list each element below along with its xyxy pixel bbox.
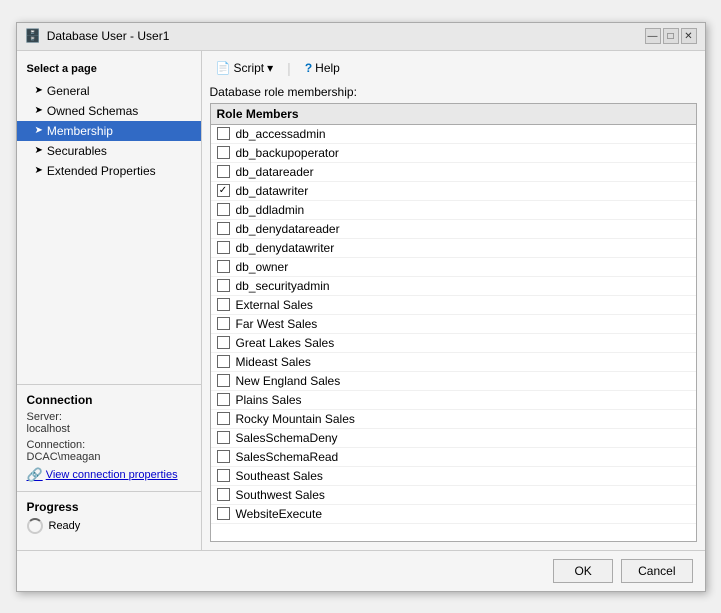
arrow-icon: ➤ (35, 125, 43, 136)
checkbox-db-ddladmin[interactable] (217, 203, 230, 216)
checkbox-db-datareader[interactable] (217, 165, 230, 178)
checkbox-db-datawriter[interactable] (217, 184, 230, 197)
checkbox-db-backupoperator[interactable] (217, 146, 230, 159)
sidebar-item-general[interactable]: ➤ General (17, 81, 201, 101)
role-item-new-england-sales: New England Sales (211, 372, 696, 391)
window-title: Database User - User1 (47, 29, 170, 43)
role-item-plains-sales: Plains Sales (211, 391, 696, 410)
title-bar: 🗄️ Database User - User1 — □ ✕ (17, 23, 705, 51)
sidebar-item-membership[interactable]: ➤ Membership (17, 121, 201, 141)
connection-section: Connection Server: localhost Connection:… (17, 384, 201, 491)
role-item-external-sales: External Sales (211, 296, 696, 315)
script-icon: 📄 (216, 61, 231, 75)
checkbox-db-denydatareader[interactable] (217, 222, 230, 235)
role-item-southwest-sales: Southwest Sales (211, 486, 696, 505)
ok-button[interactable]: OK (553, 559, 613, 583)
title-bar-left: 🗄️ Database User - User1 (25, 28, 170, 44)
spinner-icon (27, 518, 43, 534)
checkbox-external-sales[interactable] (217, 298, 230, 311)
progress-status: Ready (27, 518, 191, 534)
role-item-rocky-mountain-sales: Rocky Mountain Sales (211, 410, 696, 429)
role-item-db-backupoperator: db_backupoperator (211, 144, 696, 163)
main-window: 🗄️ Database User - User1 — □ ✕ Select a … (16, 22, 706, 592)
bottom-bar: OK Cancel (17, 550, 705, 591)
checkbox-db-owner[interactable] (217, 260, 230, 273)
role-item-db-denydatareader: db_denydatareader (211, 220, 696, 239)
minimize-button[interactable]: — (645, 28, 661, 44)
connection-title: Connection (27, 393, 191, 407)
checkbox-db-securityadmin[interactable] (217, 279, 230, 292)
connection-value: DCAC\meagan (27, 451, 101, 463)
role-item-db-ddladmin: db_ddladmin (211, 201, 696, 220)
window-body: Select a page ➤ General ➤ Owned Schemas … (17, 51, 705, 550)
arrow-icon: ➤ (35, 165, 43, 176)
cancel-button[interactable]: Cancel (621, 559, 692, 583)
checkbox-southeast-sales[interactable] (217, 469, 230, 482)
arrow-icon: ➤ (35, 85, 43, 96)
checkbox-salesschema-deny[interactable] (217, 431, 230, 444)
script-button[interactable]: 📄 Script ▾ (210, 59, 280, 77)
role-item-db-accessadmin: db_accessadmin (211, 125, 696, 144)
close-button[interactable]: ✕ (681, 28, 697, 44)
view-connection-link[interactable]: 🔗 View connection properties (27, 467, 191, 483)
server-label: Server: localhost (27, 411, 191, 435)
arrow-icon: ➤ (35, 145, 43, 156)
role-item-db-datawriter: db_datawriter (211, 182, 696, 201)
checkbox-new-england-sales[interactable] (217, 374, 230, 387)
checkbox-db-denydatawriter[interactable] (217, 241, 230, 254)
role-item-db-denydatawriter: db_denydatawriter (211, 239, 696, 258)
role-list-header: Role Members (211, 104, 696, 125)
help-button[interactable]: ? Help (299, 59, 346, 77)
connection-label: Connection: DCAC\meagan (27, 439, 191, 463)
window-icon: 🗄️ (25, 28, 41, 44)
role-list[interactable]: Role Members db_accessadmin db_backupope… (210, 103, 697, 542)
arrow-icon: ➤ (35, 105, 43, 116)
role-item-great-lakes-sales: Great Lakes Sales (211, 334, 696, 353)
progress-section: Progress Ready (17, 491, 201, 542)
checkbox-mideast-sales[interactable] (217, 355, 230, 368)
script-dropdown-icon: ▾ (267, 61, 273, 75)
role-item-website-execute: WebsiteExecute (211, 505, 696, 524)
checkbox-far-west-sales[interactable] (217, 317, 230, 330)
checkbox-plains-sales[interactable] (217, 393, 230, 406)
checkbox-great-lakes-sales[interactable] (217, 336, 230, 349)
toolbar: 📄 Script ▾ | ? Help (210, 59, 697, 77)
checkbox-salesschema-read[interactable] (217, 450, 230, 463)
role-item-db-datareader: db_datareader (211, 163, 696, 182)
role-item-salesschema-read: SalesSchemaRead (211, 448, 696, 467)
sidebar-item-owned-schemas[interactable]: ➤ Owned Schemas (17, 101, 201, 121)
content-area: Database role membership: Role Members d… (210, 85, 697, 542)
checkbox-db-accessadmin[interactable] (217, 127, 230, 140)
left-panel: Select a page ➤ General ➤ Owned Schemas … (17, 51, 202, 550)
checkbox-rocky-mountain-sales[interactable] (217, 412, 230, 425)
role-item-salesschema-deny: SalesSchemaDeny (211, 429, 696, 448)
role-membership-label: Database role membership: (210, 85, 697, 99)
progress-title: Progress (27, 500, 191, 514)
title-bar-controls: — □ ✕ (645, 28, 697, 44)
role-item-southeast-sales: Southeast Sales (211, 467, 696, 486)
toolbar-separator: | (287, 60, 291, 76)
checkbox-website-execute[interactable] (217, 507, 230, 520)
link-icon: 🔗 (27, 467, 43, 483)
role-item-far-west-sales: Far West Sales (211, 315, 696, 334)
role-item-db-securityadmin: db_securityadmin (211, 277, 696, 296)
server-value: localhost (27, 423, 70, 435)
maximize-button[interactable]: □ (663, 28, 679, 44)
checkbox-southwest-sales[interactable] (217, 488, 230, 501)
select-page-label: Select a page (17, 59, 201, 81)
progress-status-text: Ready (49, 520, 81, 532)
role-item-db-owner: db_owner (211, 258, 696, 277)
sidebar-item-extended-properties[interactable]: ➤ Extended Properties (17, 161, 201, 181)
help-icon: ? (305, 61, 312, 75)
right-panel: 📄 Script ▾ | ? Help Database role member… (202, 51, 705, 550)
role-item-mideast-sales: Mideast Sales (211, 353, 696, 372)
sidebar-item-securables[interactable]: ➤ Securables (17, 141, 201, 161)
